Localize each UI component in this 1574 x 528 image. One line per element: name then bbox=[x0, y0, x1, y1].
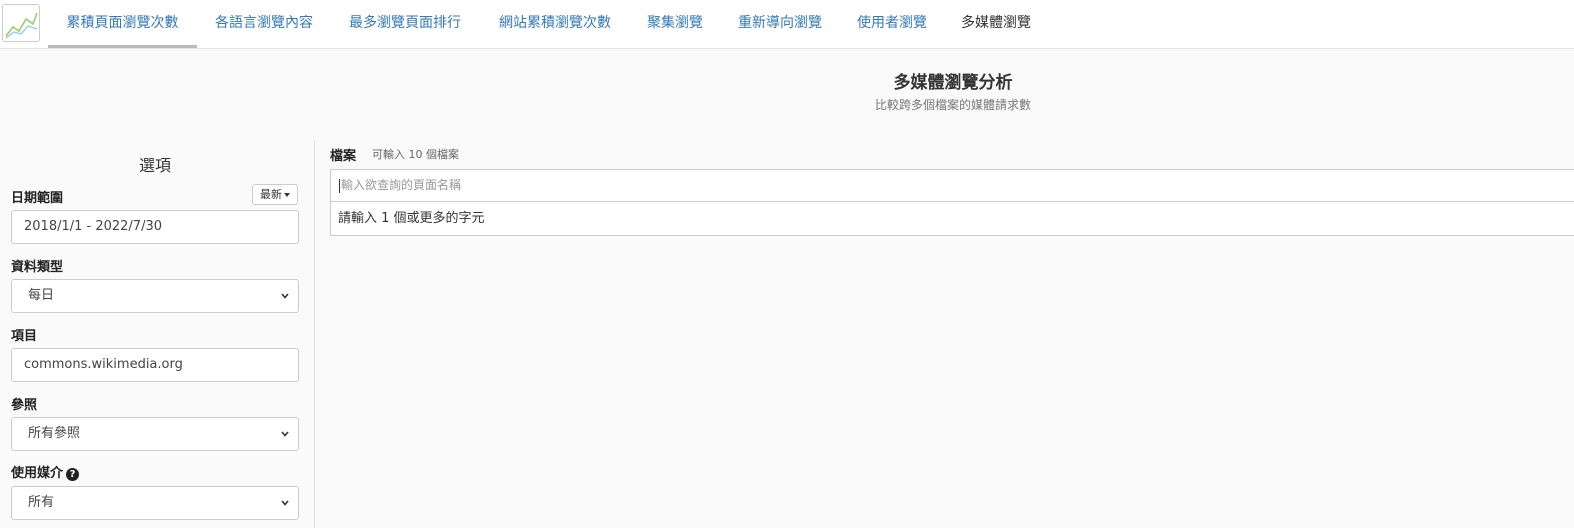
data-type-select[interactable]: 每日 bbox=[11, 279, 299, 313]
data-type-value: 每日 bbox=[28, 288, 55, 303]
tab-pageviews[interactable]: 累積頁面瀏覽次數 bbox=[48, 0, 197, 48]
latest-dropdown-button[interactable]: 最新 bbox=[252, 184, 298, 205]
tab-siteviews[interactable]: 網站累積瀏覽次數 bbox=[488, 0, 622, 48]
tab-userviews[interactable]: 使用者瀏覽 bbox=[848, 0, 936, 48]
options-sidebar: 選項 日期範圍 最新 2018/1/1 - 2022/7/30 資料類型 每日 … bbox=[0, 140, 315, 528]
page-subtitle: 比較跨多個檔案的媒體請求數 bbox=[874, 98, 1031, 112]
latest-button-label: 最新 bbox=[260, 188, 282, 201]
caret-down-icon bbox=[284, 193, 290, 197]
data-type-label: 資料類型 bbox=[11, 260, 64, 275]
chevron-down-icon bbox=[281, 500, 289, 506]
files-hint: 可輸入 10 個檔案 bbox=[372, 148, 459, 161]
referer-value: 所有參照 bbox=[28, 426, 81, 441]
project-input[interactable]: commons.wikimedia.org bbox=[11, 348, 299, 382]
date-range-label: 日期範圍 bbox=[11, 191, 64, 206]
tab-topviews[interactable]: 最多瀏覽頁面排行 bbox=[338, 0, 472, 48]
chevron-down-icon bbox=[281, 293, 289, 299]
tab-massviews[interactable]: 聚集瀏覽 bbox=[638, 0, 712, 48]
page-title: 多媒體瀏覽分析 bbox=[893, 73, 1013, 93]
search-hint-message: 請輸入 1 個或更多的字元 bbox=[330, 202, 1574, 236]
agent-label: 使用媒介? bbox=[11, 462, 80, 481]
referer-select[interactable]: 所有參照 bbox=[11, 417, 299, 451]
app-logo-icon[interactable] bbox=[2, 4, 40, 42]
help-icon[interactable]: ? bbox=[66, 468, 80, 481]
sidebar-title: 選項 bbox=[138, 156, 171, 175]
file-search-placeholder: 輸入欲查詢的頁面名稱 bbox=[341, 178, 462, 192]
top-nav: 累積頁面瀏覽次數 各語言瀏覽內容 最多瀏覽頁面排行 網站累積瀏覽次數 聚集瀏覽 … bbox=[0, 0, 1574, 49]
project-label: 項目 bbox=[11, 329, 38, 344]
chevron-down-icon bbox=[281, 431, 289, 437]
tab-mediaviews[interactable]: 多媒體瀏覽 bbox=[952, 0, 1040, 48]
tab-langviews[interactable]: 各語言瀏覽內容 bbox=[204, 0, 324, 48]
agent-select[interactable]: 所有 bbox=[11, 486, 299, 520]
tab-redirectviews[interactable]: 重新導向瀏覽 bbox=[728, 0, 832, 48]
date-range-input[interactable]: 2018/1/1 - 2022/7/30 bbox=[11, 210, 299, 244]
files-label: 檔案 bbox=[330, 149, 357, 164]
agent-value: 所有 bbox=[28, 495, 55, 510]
file-search-input[interactable]: 輸入欲查詢的頁面名稱 bbox=[330, 169, 1574, 202]
agent-label-text: 使用媒介 bbox=[11, 466, 64, 481]
text-cursor bbox=[339, 178, 340, 193]
referer-label: 參照 bbox=[11, 398, 38, 413]
